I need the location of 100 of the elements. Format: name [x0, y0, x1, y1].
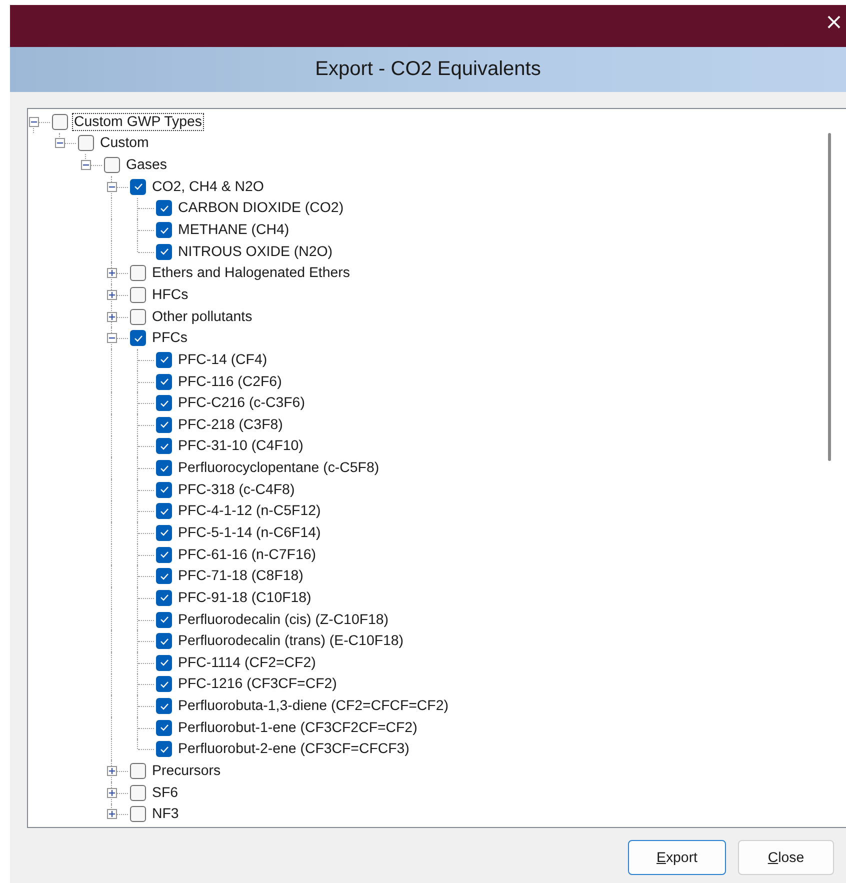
- checkbox[interactable]: [156, 395, 172, 412]
- tree-item-label[interactable]: PFC-71-18 (C8F18): [176, 567, 306, 586]
- checkbox[interactable]: [156, 590, 172, 606]
- plus-icon: [109, 270, 115, 276]
- tree-toggle[interactable]: [81, 160, 91, 170]
- checkbox[interactable]: [130, 308, 146, 325]
- checkbox[interactable]: [130, 286, 146, 303]
- checkmark-icon: [160, 248, 168, 256]
- tree-item-label[interactable]: Perfluorobut-2-ene (CF3CF=CFCF3): [176, 740, 412, 758]
- plus-icon: [109, 811, 115, 818]
- tree-item-label[interactable]: PFC-61-16 (n-C7F16): [176, 546, 318, 564]
- checkmark-icon: [160, 464, 168, 472]
- tree-item-label[interactable]: Perfluorocyclopentane (c-C5F8): [176, 459, 382, 478]
- checkbox[interactable]: [156, 633, 172, 650]
- tree-item-label[interactable]: PFC-31-10 (C4F10): [176, 437, 306, 456]
- tree-toggle[interactable]: [107, 809, 117, 820]
- tree-item-label[interactable]: PFC-1216 (CF3CF=CF2): [176, 675, 339, 694]
- tree-toggle[interactable]: [107, 268, 117, 278]
- checkbox[interactable]: [78, 135, 94, 152]
- tree-item-label[interactable]: PFC-91-18 (C10F18): [176, 588, 314, 607]
- checkbox[interactable]: [130, 330, 146, 346]
- checkmark-icon: [160, 529, 168, 536]
- checkbox[interactable]: [130, 178, 146, 195]
- tree-item-label[interactable]: Precursors: [150, 762, 223, 780]
- checkbox[interactable]: [130, 763, 146, 780]
- checkbox[interactable]: [156, 741, 172, 758]
- tree-item-label[interactable]: PFC-1114 (CF2=CF2): [176, 654, 318, 672]
- tree-item-label[interactable]: Ethers and Halogenated Ethers: [150, 264, 352, 282]
- tree-item-label[interactable]: Perfluorodecalin (cis) (Z-C10F18): [176, 610, 391, 629]
- tree-item-label[interactable]: PFC-C216 (c-C3F6): [176, 394, 307, 412]
- tree-toggle[interactable]: [29, 116, 39, 127]
- export-button[interactable]: Export: [628, 840, 726, 875]
- tree-toggle[interactable]: [107, 766, 117, 776]
- checkbox[interactable]: [156, 438, 172, 454]
- checkmark-icon: [160, 508, 168, 515]
- checkbox[interactable]: [156, 654, 172, 671]
- tree-toggle[interactable]: [107, 290, 117, 300]
- tree-item-label[interactable]: METHANE (CH4): [176, 221, 292, 240]
- checkmark-icon: [160, 638, 168, 645]
- checkbox[interactable]: [156, 222, 172, 238]
- checkmark-icon: [160, 421, 168, 428]
- tree-item-label[interactable]: Custom: [98, 134, 151, 152]
- tree-item-label[interactable]: HFCs: [150, 286, 190, 304]
- checkbox[interactable]: [156, 416, 172, 433]
- tree-item-label[interactable]: PFC-318 (c-C4F8): [176, 480, 297, 499]
- tree-toggle[interactable]: [107, 182, 117, 192]
- tree-item-label[interactable]: CO2, CH4 & N2O: [150, 178, 266, 196]
- tree-item-label[interactable]: Perfluorodecalin (trans) (E-C10F18): [176, 632, 406, 650]
- checkbox[interactable]: [156, 546, 172, 563]
- tree-toggle[interactable]: [107, 333, 117, 344]
- tree-item-label[interactable]: PFC-4-1-12 (n-C5F12): [176, 502, 323, 520]
- checkbox[interactable]: [156, 482, 172, 498]
- tree-item-label[interactable]: NITROUS OXIDE (N2O): [176, 242, 334, 261]
- tree-item-label[interactable]: PFC-5-1-14 (n-C6F14): [176, 524, 323, 542]
- checkbox[interactable]: [156, 244, 172, 260]
- tree-toggle[interactable]: [107, 788, 117, 798]
- minus-icon: [109, 335, 115, 342]
- tree-item-label[interactable]: PFC-116 (C2F6): [176, 372, 284, 390]
- checkmark-icon: [160, 378, 168, 385]
- tree-item-label[interactable]: Perfluorobut-1-ene (CF3CF2CF=CF2): [176, 718, 420, 737]
- checkbox[interactable]: [130, 265, 146, 282]
- tree-toggle[interactable]: [55, 138, 65, 148]
- checkbox[interactable]: [156, 352, 172, 368]
- checkmark-icon: [160, 680, 168, 688]
- checkmark-icon: [160, 724, 168, 732]
- checkmark-icon: [160, 226, 168, 234]
- minus-icon: [31, 118, 37, 125]
- scrollbar[interactable]: [828, 133, 831, 461]
- tree-item-label[interactable]: SF6: [150, 784, 180, 802]
- checkbox[interactable]: [156, 200, 172, 216]
- checkbox[interactable]: [104, 157, 120, 174]
- checkmark-icon: [160, 702, 168, 710]
- checkbox[interactable]: [156, 720, 172, 736]
- tree-item-label[interactable]: PFC-218 (C3F8): [176, 416, 285, 434]
- checkbox[interactable]: [156, 460, 172, 476]
- tree-toggle[interactable]: [107, 312, 117, 322]
- tree-item-label[interactable]: PFC-14 (CF4): [176, 350, 270, 369]
- checkbox[interactable]: [156, 503, 172, 520]
- checkbox[interactable]: [156, 676, 172, 692]
- tree-item-label[interactable]: CARBON DIOXIDE (CO2): [176, 199, 346, 218]
- checkbox[interactable]: [156, 568, 172, 584]
- tree-item-label[interactable]: PFCs: [150, 329, 190, 348]
- dialog-title: Export - CO2 Equivalents: [315, 58, 541, 81]
- minus-icon: [109, 184, 115, 190]
- checkmark-icon: [160, 594, 168, 602]
- checkbox[interactable]: [130, 806, 146, 822]
- checkbox[interactable]: [156, 698, 172, 714]
- close-dialog-button[interactable]: Close: [738, 840, 834, 875]
- tree-item-label[interactable]: NF3: [150, 805, 181, 824]
- tree-item-label[interactable]: Other pollutants: [150, 308, 254, 326]
- checkbox[interactable]: [156, 374, 172, 390]
- tree-item-label[interactable]: Perfluorobuta-1,3-diene (CF2=CFCF=CF2): [176, 697, 450, 716]
- checkbox[interactable]: [156, 524, 172, 541]
- tree-item-label[interactable]: Custom GWP Types: [72, 112, 204, 131]
- tree-item-label[interactable]: Gases: [124, 156, 170, 174]
- plus-icon: [109, 314, 115, 320]
- minus-icon: [57, 140, 63, 146]
- checkbox[interactable]: [156, 612, 172, 628]
- checkbox[interactable]: [52, 114, 68, 130]
- checkbox[interactable]: [130, 784, 146, 801]
